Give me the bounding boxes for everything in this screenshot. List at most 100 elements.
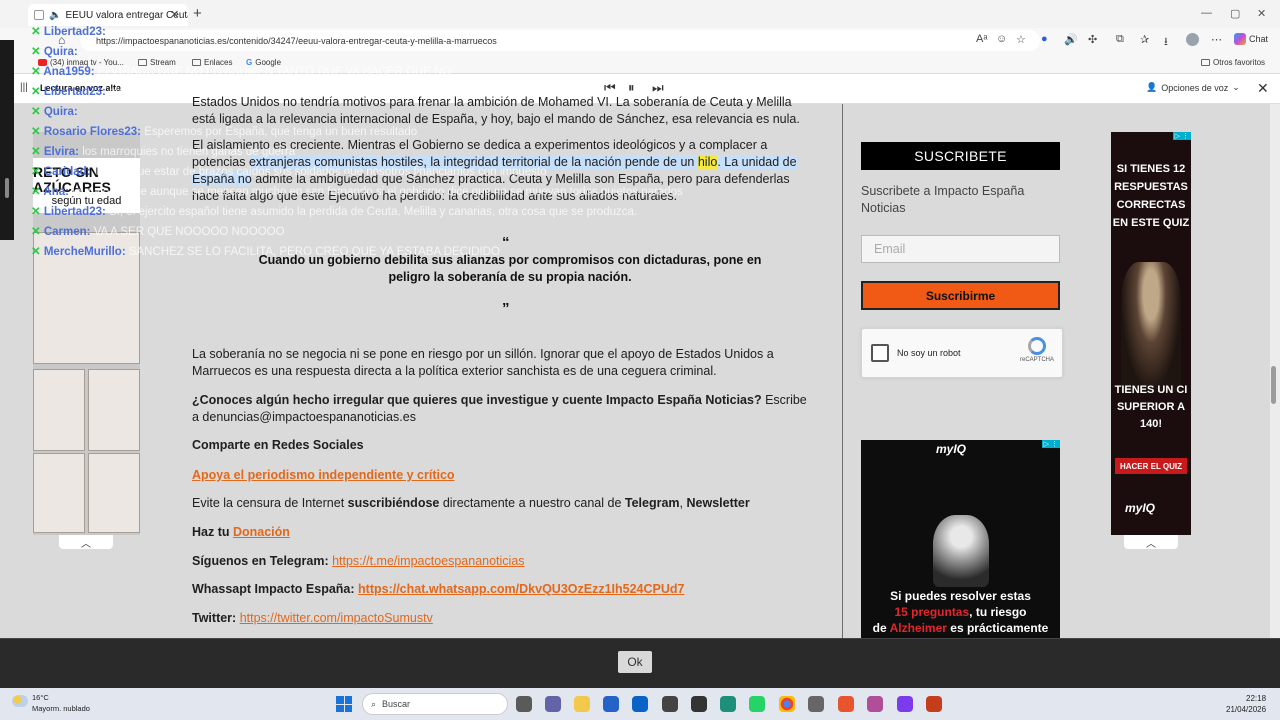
app-icon[interactable] [897, 696, 913, 712]
chevron-up-icon[interactable]: ︿ [59, 535, 113, 550]
right-ad[interactable]: ▷ ⋮ SI TIENES 12 RESPUESTAS CORRECTAS EN… [1111, 132, 1191, 535]
chevron-up-icon[interactable]: ︿ [1124, 535, 1178, 550]
mail-icon[interactable] [632, 696, 648, 712]
extensions-puzzle-icon[interactable]: ✣ [1088, 33, 1097, 46]
chat-username[interactable]: Libertad23 [44, 206, 102, 218]
censorship-paragraph: Evite la censura de Internet suscribiénd… [192, 496, 750, 510]
support-link[interactable]: Apoya el periodismo independiente y crít… [192, 467, 812, 484]
scrollbar-thumb[interactable] [1271, 366, 1276, 404]
cookie-ok-button[interactable]: Ok [618, 651, 652, 673]
chat-username[interactable]: Ana [43, 186, 65, 198]
telegram-link[interactable]: https://t.me/impactoespananoticias [332, 554, 524, 568]
download-icon[interactable]: ⭳ [1164, 33, 1168, 52]
firefox-icon[interactable] [838, 696, 854, 712]
portrait-image [1121, 262, 1181, 392]
right-ad-iq: TIENES UN CI SUPERIOR A 140! [1114, 384, 1188, 430]
edge-icon[interactable] [720, 696, 736, 712]
window-close-icon[interactable]: ✕ [1257, 7, 1266, 20]
extension-icon[interactable]: ● [1041, 33, 1048, 45]
chat-colon: : [86, 226, 94, 238]
twitter-link[interactable]: https://twitter.com/impactoSumustv [240, 611, 433, 625]
teams-icon[interactable] [545, 696, 561, 712]
chat-username[interactable]: Ana1959 [43, 66, 90, 78]
chat-username[interactable]: MercheMurillo [44, 246, 122, 258]
chat-colon: : [73, 106, 78, 118]
close-read-aloud-icon[interactable]: ✕ [1257, 80, 1269, 97]
maximize-icon[interactable]: ▢ [1230, 7, 1240, 20]
chrome-icon[interactable] [779, 696, 795, 712]
speaker-icon[interactable]: 🔈 [49, 10, 61, 21]
chat-colon: : [102, 86, 110, 98]
chat-check-icon: ✕ [31, 46, 44, 58]
myiq-logo: myIQ [1125, 501, 1156, 515]
new-tab-button[interactable]: + [193, 5, 202, 22]
myiq-ad[interactable]: ▷ ⋮ myIQ Si puedes resolver estas 15 pre… [861, 440, 1060, 638]
voice-options-button[interactable]: 👤 Opciones de voz ⌄ [1146, 82, 1240, 93]
windows-start-icon[interactable] [336, 696, 352, 712]
audio-icon[interactable]: 🔊 [1064, 33, 1078, 46]
whatsapp-link[interactable]: https://chat.whatsapp.com/DkvQU3OzEzz1Ih… [358, 582, 684, 596]
taskbar-search[interactable]: ⌕ Buscar [362, 693, 508, 715]
email-field[interactable]: Email [861, 235, 1060, 263]
chat-username[interactable]: Elvira [44, 146, 75, 158]
other-favorites[interactable]: Otros favoritos [1201, 58, 1265, 67]
read-aloud-icon[interactable]: Aᵃ [976, 33, 987, 45]
copilot-chat-button[interactable]: Chat [1234, 33, 1268, 45]
split-screen-icon[interactable]: ⧉ [1116, 33, 1124, 46]
chat-username[interactable]: Quira [44, 46, 74, 58]
whatsapp-icon[interactable] [749, 696, 765, 712]
overlay-side-panel [0, 40, 14, 240]
app-icon[interactable] [691, 696, 707, 712]
chat-colon: : [102, 26, 106, 38]
file-explorer-icon[interactable] [574, 696, 590, 712]
donate-link[interactable]: Donación [233, 525, 290, 539]
weather-icon[interactable] [12, 695, 28, 707]
favorite-star-icon[interactable]: ☆ [1016, 33, 1026, 46]
ad-choices-icon[interactable]: ▷ ⋮ [1172, 132, 1191, 140]
quote-close-icon: ” [502, 300, 510, 317]
recaptcha-logo: reCAPTCHA [1020, 337, 1054, 363]
app-icon[interactable] [808, 696, 824, 712]
whatsapp-line: Whassapt Impacto España: https://chat.wh… [192, 582, 685, 596]
subscribe-button[interactable]: Suscribirme [861, 281, 1060, 310]
overlay-handle[interactable] [5, 178, 9, 198]
ad-image [88, 369, 140, 451]
myiq-logo: myIQ [936, 442, 967, 456]
weather-widget[interactable]: 16°C Mayorm. nublado [32, 692, 90, 714]
task-view-icon[interactable] [516, 696, 532, 712]
chat-message: ✕ Rosario Flores23: Esperemos por España… [31, 122, 491, 142]
close-tab-icon[interactable]: ✕ [170, 8, 179, 21]
profile-avatar-icon[interactable] [1186, 33, 1199, 46]
store-icon[interactable] [603, 696, 619, 712]
clock[interactable]: 22:18 21/04/2026 [1226, 693, 1266, 715]
chat-username[interactable]: Carmen [44, 226, 87, 238]
donate-line: Haz tu Donación [192, 525, 290, 539]
minimize-icon[interactable]: — [1201, 7, 1212, 19]
contact-paragraph: ¿Conoces algún hecho irregular que quier… [192, 393, 807, 424]
quote-open-icon: “ [502, 234, 510, 251]
recaptcha-icon [1028, 337, 1046, 355]
chat-check-icon: ✕ [31, 86, 44, 98]
chat-username[interactable]: Quira [44, 106, 74, 118]
emoji-icon[interactable]: ☺ [996, 33, 1007, 45]
chat-username[interactable]: Caridad [44, 166, 87, 178]
chat-username[interactable]: Rosario Flores23 [44, 126, 137, 138]
powerpoint-icon[interactable] [926, 696, 942, 712]
captcha-checkbox[interactable] [871, 344, 889, 362]
chat-username[interactable]: Libertad23 [44, 86, 102, 98]
chat-text: Esperemos por España, que tenga un buen … [144, 126, 418, 138]
chat-label: Chat [1249, 34, 1269, 44]
app-icon[interactable] [867, 696, 883, 712]
app-icon[interactable] [662, 696, 678, 712]
chat-colon: : [121, 246, 129, 258]
favorites-icon[interactable]: ✰ [1140, 33, 1149, 46]
chat-username[interactable]: Libertad23 [44, 26, 102, 38]
article-paragraph: La soberanía no se negocia ni se pone en… [192, 347, 774, 378]
voice-icon: 👤 [1146, 82, 1158, 92]
more-menu-icon[interactable]: ⋯ [1211, 33, 1222, 46]
chat-text: Tienen que estar de brazos caídos sus so… [93, 166, 547, 178]
ad-choices-icon[interactable]: ▷ ⋮ [1041, 440, 1060, 448]
chat-overlay: ✕ Libertad23: ✕ Quira: ✕ Ana1959: ELVIRA… [31, 22, 683, 262]
quiz-button[interactable]: HACER EL QUIZ [1115, 458, 1187, 474]
chevron-down-icon: ⌄ [1232, 82, 1240, 92]
